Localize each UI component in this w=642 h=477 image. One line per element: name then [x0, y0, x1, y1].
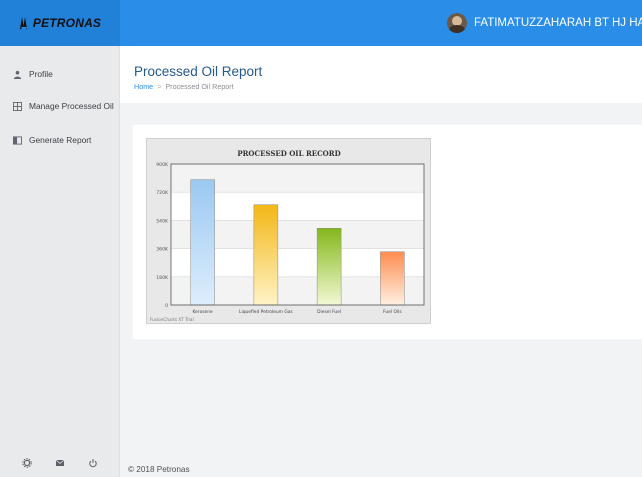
y-tick-label: 360K: [156, 247, 169, 253]
petronas-emblem-icon: [19, 17, 27, 29]
x-tick-label: Fuel Oils: [383, 309, 402, 315]
y-tick-label: 0: [165, 303, 168, 309]
brand-name: PETRONAS: [32, 16, 102, 30]
bar-liquefied-petroleum-gas: [253, 204, 279, 306]
mail-icon[interactable]: [55, 458, 65, 468]
processed-oil-chart: PROCESSED OIL RECORD 0 180K 360K 540K 720K 900…: [150, 149, 425, 322]
sidebar-item-label: Manage Processed Oil: [29, 101, 114, 111]
sidebar-item-profile[interactable]: Profile: [13, 69, 53, 79]
report-icon: [13, 135, 22, 145]
copyright-footer: © 2018 Petronas: [128, 465, 190, 474]
x-tick-label: Kerosene: [193, 309, 214, 315]
top-navbar: PETRONAS FATIMATUZZAHARAH BT HJ HASHIM: [0, 0, 642, 46]
breadcrumb-separator: >: [157, 82, 162, 91]
y-tick-label: 540K: [156, 218, 169, 224]
sidebar-item-label: Generate Report: [29, 135, 92, 145]
chart-title: PROCESSED OIL RECORD: [237, 149, 340, 158]
avatar: [447, 13, 467, 33]
breadcrumb-current: Processed Oil Report: [165, 82, 234, 91]
breadcrumb: Home > Processed Oil Report: [134, 82, 234, 91]
x-tick-label: Liquefied Petroleum Gas: [239, 309, 293, 315]
table-icon: [13, 101, 22, 111]
y-tick-label: 180K: [156, 275, 169, 281]
chart-watermark: FusionCharts XT Trial: [150, 317, 194, 322]
sidebar: Profile Manage Processed Oil Generate Re…: [0, 46, 120, 477]
petronas-logo: PETRONAS: [19, 16, 101, 30]
user-menu[interactable]: FATIMATUZZAHARAH BT HJ HASHIM: [447, 13, 642, 33]
page-title: Processed Oil Report: [134, 64, 263, 79]
page-header: Processed Oil Report Home > Processed Oi…: [120, 46, 642, 103]
x-tick-label: Diesel Fuel: [317, 309, 341, 315]
sidebar-footer: [0, 449, 120, 477]
sidebar-item-manage-processed-oil[interactable]: Manage Processed Oil: [13, 101, 114, 111]
user-name: FATIMATUZZAHARAH BT HJ HASHIM: [474, 17, 642, 29]
bar-fuel-oils: [380, 251, 405, 306]
brand-logo-area[interactable]: PETRONAS: [0, 0, 120, 46]
settings-icon[interactable]: [21, 458, 32, 468]
chart-container: PROCESSED OIL RECORD 0 180K 360K 540K 720K 900…: [146, 138, 431, 324]
power-icon[interactable]: [88, 458, 98, 468]
y-tick-label: 900K: [156, 162, 169, 168]
y-tick-label: 720K: [156, 190, 169, 196]
bar-diesel-fuel: [316, 227, 342, 306]
bar-kerosene: [190, 179, 215, 306]
user-icon: [13, 70, 22, 79]
sidebar-item-generate-report[interactable]: Generate Report: [13, 135, 91, 145]
breadcrumb-home-link[interactable]: Home: [134, 82, 153, 91]
sidebar-item-label: Profile: [29, 69, 53, 79]
